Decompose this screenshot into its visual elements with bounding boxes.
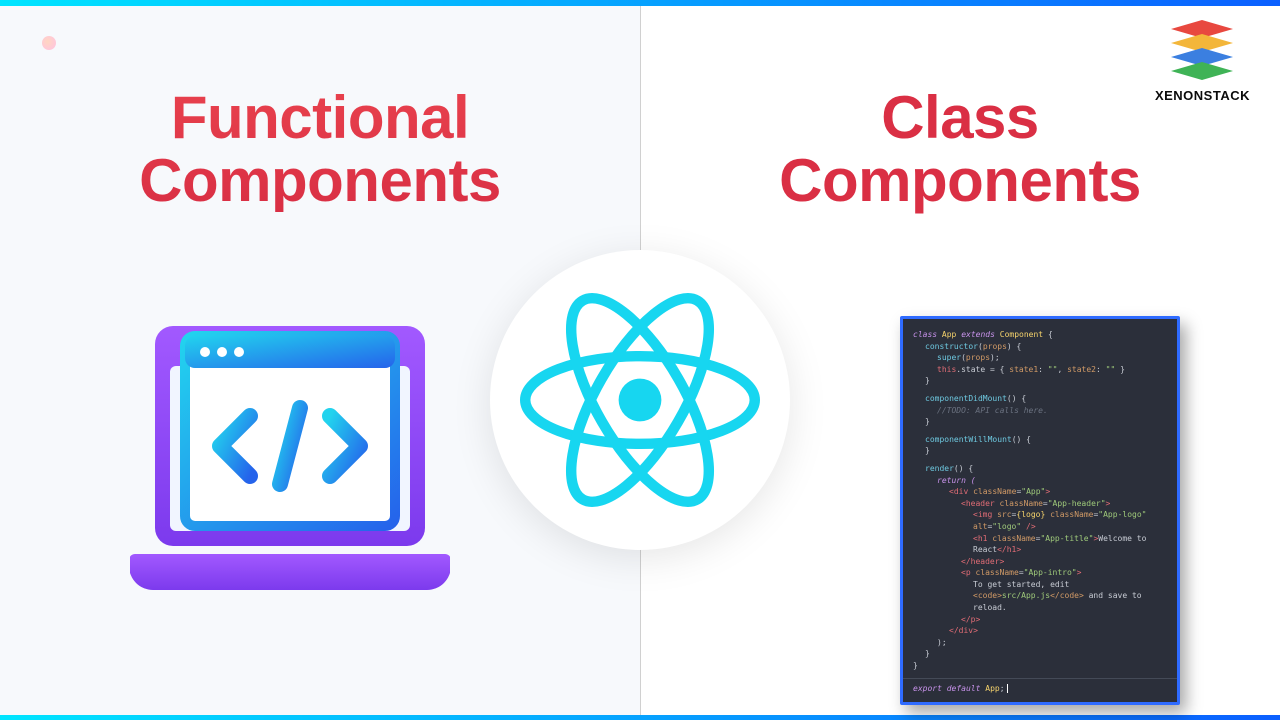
- left-title-line1: Functional: [171, 84, 469, 151]
- brand-name: XENONSTACK: [1155, 88, 1250, 103]
- brand-logo: XENONSTACK: [1155, 20, 1250, 103]
- decorative-dot: [42, 36, 56, 50]
- code-snippet: class App extends Component { constructo…: [900, 316, 1180, 705]
- laptop-code-icon: [130, 316, 450, 601]
- left-title-line2: Components: [139, 147, 501, 214]
- right-title-line2: Components: [779, 147, 1141, 214]
- right-title: Class Components: [670, 86, 1250, 212]
- xenonstack-icon: [1167, 20, 1237, 84]
- right-title-line1: Class: [881, 84, 1039, 151]
- react-logo: [490, 250, 790, 550]
- bottom-accent-bar: [0, 715, 1280, 720]
- left-title: Functional Components: [30, 86, 610, 212]
